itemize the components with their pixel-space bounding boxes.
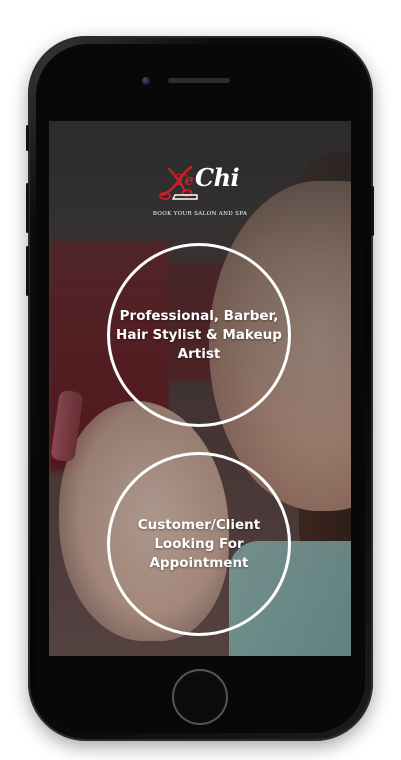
mute-switch bbox=[26, 125, 29, 151]
brand-logo: Te Chi BOOK YOUR SALON AND SPA bbox=[49, 161, 351, 223]
home-button-icon[interactable] bbox=[172, 669, 228, 725]
brand-name: Chi bbox=[195, 163, 240, 192]
app-screen: Te Chi BOOK YOUR SALON AND SPA Professio… bbox=[49, 121, 351, 656]
customer-role-label: Customer/Client Looking For Appointment bbox=[137, 516, 261, 571]
earpiece-icon bbox=[168, 78, 230, 83]
volume-down-button bbox=[26, 246, 29, 296]
professional-role-label: Professional, Barber, Hair Stylist & Mak… bbox=[116, 307, 282, 362]
professional-role-button[interactable]: Professional, Barber, Hair Stylist & Mak… bbox=[107, 243, 291, 427]
brand-tagline: BOOK YOUR SALON AND SPA bbox=[152, 211, 248, 217]
volume-up-button bbox=[26, 183, 29, 233]
customer-role-button[interactable]: Customer/Client Looking For Appointment bbox=[107, 452, 291, 636]
brand-mark-letter: Te bbox=[175, 171, 194, 189]
power-button bbox=[371, 186, 374, 236]
front-camera-icon bbox=[142, 77, 150, 85]
